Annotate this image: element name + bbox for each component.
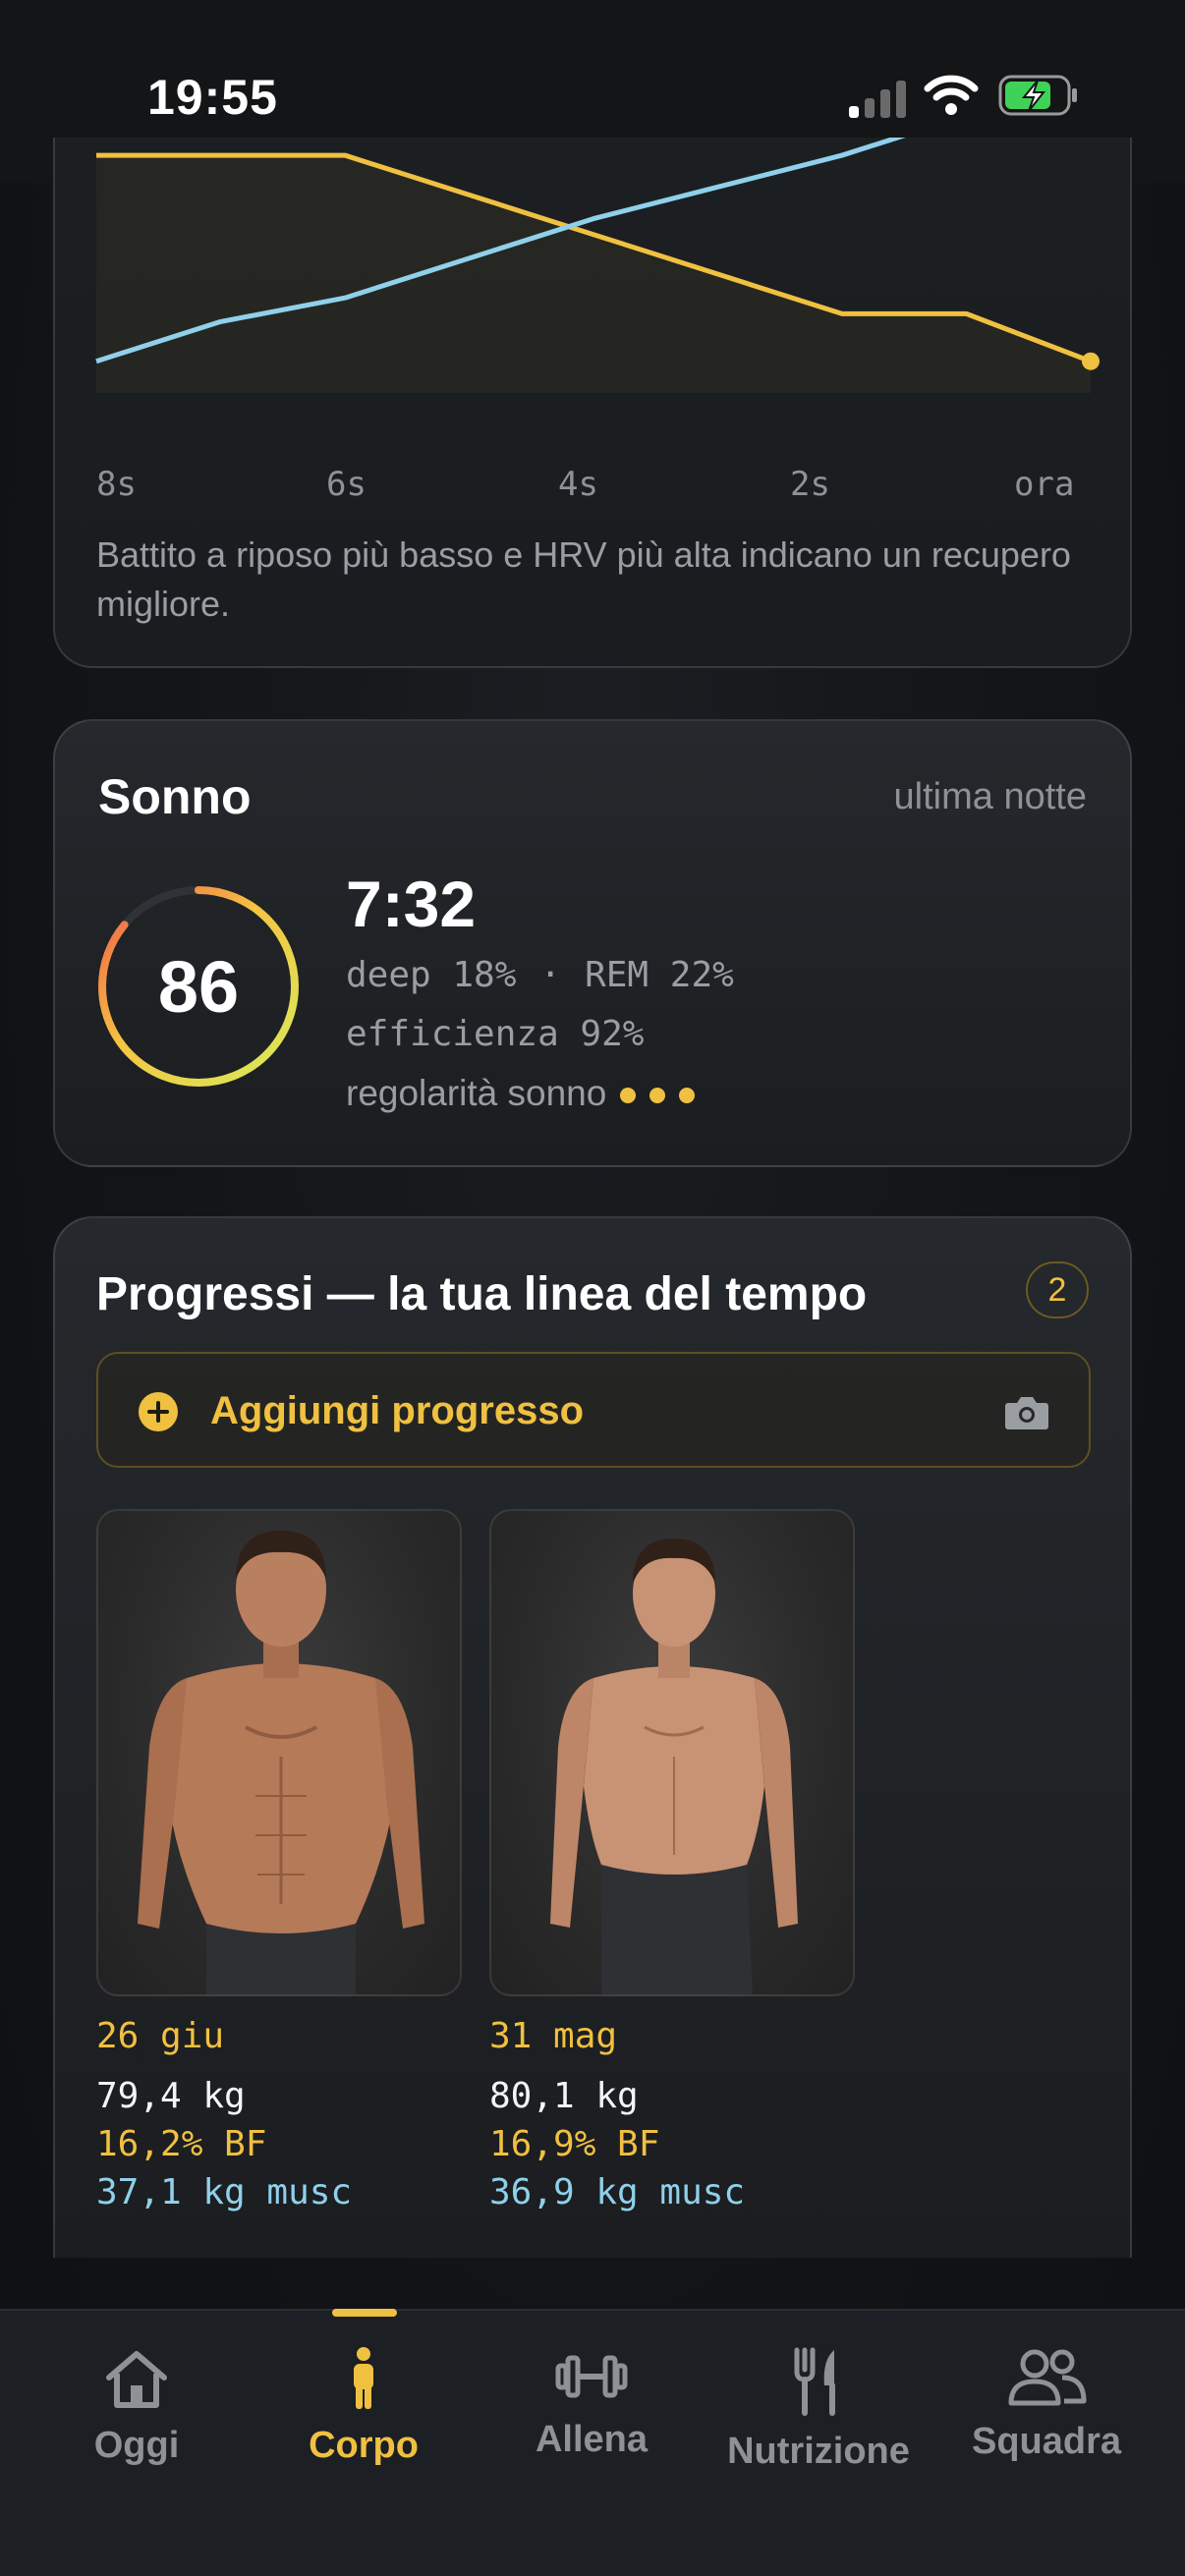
regularity-dot [649, 1088, 666, 1104]
sleep-duration: 7:32 [346, 868, 477, 940]
chart-x-tick: 6s [326, 465, 367, 504]
dumbbell-icon [555, 2355, 628, 2398]
sleep-stages: deep 18% · REM 22% [346, 955, 758, 995]
sleep-rem: REM 22% [585, 955, 734, 995]
progress-muscle: 37,1 kg musc [96, 2172, 353, 2212]
status-time: 19:55 [147, 70, 278, 125]
tab-allena[interactable]: Allena [479, 2346, 705, 2503]
sleep-card[interactable]: Sonno ultima notte 86 7:32 deep 18% · REM … [53, 719, 1132, 1167]
chart-x-tick: 2s [790, 465, 830, 504]
tab-corpo[interactable]: Corpo [251, 2346, 477, 2503]
progress-date: 26 giu [96, 2016, 225, 2056]
progress-date: 31 mag [489, 2016, 618, 2056]
sleep-separator: · [539, 955, 562, 995]
progress-entry[interactable]: 26 giu 79,4 kg 16,2% BF 37,1 kg musc [96, 1509, 462, 2212]
regularity-dots [606, 1073, 696, 1113]
body-photo-illustration [138, 1531, 424, 1994]
sleep-subtitle: ultima notte [893, 776, 1087, 817]
add-progress-button[interactable]: Aggiungi progresso [96, 1352, 1091, 1468]
chart-x-tick: 8s [96, 465, 137, 504]
tab-bar: Oggi Corpo Allena Nutrizione Squadra [0, 2309, 1185, 2576]
progress-entry[interactable]: 31 mag 80,1 kg 16,9% BF 36,9 kg musc [489, 1509, 855, 2212]
progress-count-badge: 2 [1026, 1261, 1089, 1318]
screen: 19:55 8s 6s 4s 2s ora Battito a riposo più b… [0, 0, 1185, 2576]
regularity-dot [620, 1088, 637, 1104]
recovery-note: Battito a riposo più basso e HRV più alt… [96, 534, 1071, 624]
progress-bodyfat: 16,2% BF [96, 2124, 267, 2164]
tab-corpo-label: Corpo [309, 2425, 419, 2466]
tab-allena-label: Allena [535, 2419, 649, 2460]
cellular-signal-icon [849, 81, 906, 118]
camera-icon[interactable] [1004, 1393, 1049, 1430]
progress-bodyfat: 16,9% BF [489, 2124, 660, 2164]
tab-squadra[interactable]: Squadra [933, 2346, 1159, 2503]
sleep-deep: deep 18% [346, 955, 517, 995]
chart-x-tick: ora [1014, 465, 1075, 504]
progress-card: Progressi — la tua linea del tempo 2 Agg… [53, 1216, 1132, 2258]
chart-x-tick: 4s [558, 465, 598, 504]
tab-oggi[interactable]: Oggi [24, 2346, 250, 2503]
body-photo-illustration [550, 1539, 798, 1994]
tab-nutrizione-label: Nutrizione [727, 2431, 910, 2472]
tab-squadra-label: Squadra [971, 2421, 1122, 2462]
progress-weight: 79,4 kg [96, 2076, 246, 2116]
people-icon [1008, 2349, 1087, 2406]
battery-charging-icon [998, 75, 1077, 116]
recovery-line-chart [95, 138, 1100, 393]
sleep-regularity: regolarità sonno [346, 1073, 696, 1114]
progress-weight: 80,1 kg [489, 2076, 639, 2116]
progress-photo[interactable] [489, 1509, 855, 1996]
active-tab-indicator [332, 2309, 397, 2317]
sleep-efficiency: efficienza 92% [346, 1014, 645, 1054]
chart-area [96, 155, 1091, 393]
sleep-title: Sonno [98, 769, 252, 824]
sleep-score: 86 [157, 945, 240, 1028]
recovery-card: 8s 6s 4s 2s ora Battito a riposo più basso e… [53, 138, 1132, 668]
plus-circle-icon [139, 1392, 178, 1431]
tab-nutrizione[interactable]: Nutrizione [705, 2346, 931, 2503]
wifi-icon [924, 75, 979, 115]
add-progress-label: Aggiungi progresso [210, 1389, 584, 1432]
fork-knife-icon [794, 2347, 835, 2416]
progress-muscle: 36,9 kg musc [489, 2172, 746, 2212]
sleep-regularity-label: regolarità sonno [346, 1073, 607, 1113]
home-icon [106, 2351, 167, 2408]
person-icon [354, 2347, 373, 2409]
progress-photo[interactable] [96, 1509, 462, 1996]
tab-oggi-label: Oggi [93, 2425, 180, 2466]
progress-title: Progressi — la tua linea del tempo [96, 1268, 868, 1320]
regularity-dot [679, 1088, 696, 1104]
chart-last-point [1082, 352, 1100, 370]
